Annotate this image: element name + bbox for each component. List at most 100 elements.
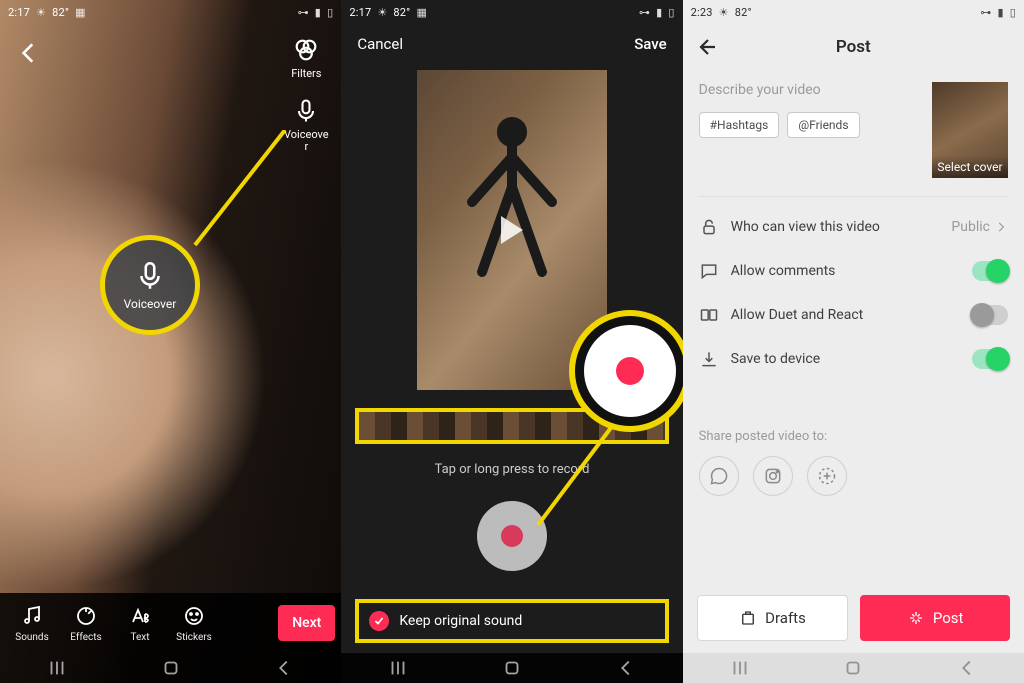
microphone-icon [292, 97, 320, 125]
post-button[interactable]: Post [860, 595, 1010, 641]
who-can-view-label: Who can view this video [731, 219, 940, 235]
weather-icon: ☀ [719, 6, 729, 19]
save-to-device-toggle[interactable] [972, 349, 1008, 369]
chat-icon [709, 466, 729, 486]
robot-graphic [452, 112, 572, 292]
back-nav-icon[interactable] [615, 657, 637, 679]
sounds-label: Sounds [15, 632, 48, 643]
share-instagram-button[interactable] [753, 456, 793, 496]
share-chat-button[interactable] [699, 456, 739, 496]
who-can-view-value: Public [951, 219, 1008, 235]
select-cover-label: Select cover [932, 156, 1008, 178]
clock: 2:17 [349, 6, 371, 19]
recents-nav-icon[interactable] [46, 657, 68, 679]
text-icon [128, 604, 152, 628]
back-icon[interactable] [697, 35, 721, 59]
back-nav-icon[interactable] [273, 657, 295, 679]
allow-comments-toggle[interactable] [972, 261, 1008, 281]
friends-button[interactable]: @Friends [787, 112, 859, 138]
post-label: Post [933, 609, 964, 627]
effects-button[interactable]: Effects [60, 604, 112, 643]
record-button-zoom [584, 325, 676, 417]
save-to-device-row: Save to device [683, 337, 1024, 381]
checkbox-checked-icon [369, 611, 389, 631]
annotation-line [533, 420, 633, 530]
instagram-icon [763, 466, 783, 486]
save-to-device-label: Save to device [731, 351, 960, 367]
allow-comments-label: Allow comments [731, 263, 960, 279]
temperature: 82° [393, 6, 410, 19]
signal-icon: ▮ [315, 6, 321, 19]
who-can-view-row[interactable]: Who can view this video Public [683, 205, 1024, 249]
home-nav-icon[interactable] [160, 657, 182, 679]
home-nav-icon[interactable] [842, 657, 864, 679]
annotation-line [190, 130, 290, 250]
android-nav-bar [0, 653, 341, 683]
play-icon [501, 216, 523, 244]
music-note-icon [20, 604, 44, 628]
back-icon[interactable] [16, 40, 42, 66]
weather-icon: ☀ [36, 6, 46, 19]
notif-icon: ▦ [416, 6, 427, 19]
status-bar: 2:17 ☀ 82° ▦ ⊶ ▮ ▯ [341, 0, 682, 24]
sounds-button[interactable]: Sounds [6, 604, 58, 643]
clock: 2:17 [8, 6, 30, 19]
stickers-button[interactable]: Stickers [168, 604, 220, 643]
filters-icon [292, 36, 320, 64]
weather-icon: ☀ [377, 6, 387, 19]
battery-icon: ▯ [668, 6, 674, 19]
stickers-icon [182, 604, 206, 628]
describe-section: Describe your video #Hashtags @Friends S… [683, 70, 1024, 188]
next-button[interactable]: Next [278, 605, 335, 641]
signal-icon: ▮ [656, 6, 662, 19]
recents-nav-icon[interactable] [729, 657, 751, 679]
effects-label: Effects [70, 632, 101, 643]
temperature: 82° [52, 6, 69, 19]
microphone-icon [133, 259, 167, 293]
voiceover-header: Cancel Save [341, 24, 682, 64]
allow-duet-row: Allow Duet and React [683, 293, 1024, 337]
voiceover-button[interactable]: Voiceover [283, 97, 329, 154]
battery-icon: ▯ [1010, 6, 1016, 19]
allow-duet-toggle[interactable] [972, 305, 1008, 325]
voiceover-screen: 2:17 ☀ 82° ▦ ⊶ ▮ ▯ Cancel Save Tap [341, 0, 682, 683]
download-icon [699, 349, 719, 369]
divider [699, 196, 1008, 197]
drafts-label: Drafts [765, 609, 806, 627]
save-button[interactable]: Save [634, 35, 666, 53]
android-nav-bar [341, 653, 682, 683]
drafts-button[interactable]: Drafts [697, 595, 849, 641]
post-screen: 2:23 ☀ 82° ⊶ ▮ ▯ Post Describe your vide… [683, 0, 1024, 683]
notif-icon: ▦ [75, 6, 86, 19]
keep-original-sound-row[interactable]: Keep original sound [355, 599, 668, 643]
home-nav-icon[interactable] [501, 657, 523, 679]
hashtags-button[interactable]: #Hashtags [699, 112, 780, 138]
record-dot-icon [616, 357, 644, 385]
describe-input[interactable]: Describe your video [699, 82, 920, 98]
wifi-icon: ⊶ [639, 6, 650, 19]
share-more-button[interactable] [807, 456, 847, 496]
effects-icon [74, 604, 98, 628]
android-nav-bar [683, 653, 1024, 683]
filters-label: Filters [291, 68, 321, 81]
status-bar: 2:17 ☀ 82° ▦ ⊶ ▮ ▯ [0, 0, 341, 24]
chevron-right-icon [994, 220, 1008, 234]
battery-icon: ▯ [327, 6, 333, 19]
filters-button[interactable]: Filters [283, 36, 329, 81]
voiceover-label: Voiceover [283, 129, 329, 154]
temperature: 82° [735, 6, 752, 19]
callout-label: Voiceover [124, 297, 177, 311]
recents-nav-icon[interactable] [387, 657, 409, 679]
status-bar: 2:23 ☀ 82° ⊶ ▮ ▯ [683, 0, 1024, 24]
select-cover-button[interactable]: Select cover [932, 82, 1008, 178]
wifi-icon: ⊶ [298, 6, 309, 19]
annotation-voiceover-callout: Voiceover [100, 235, 200, 335]
allow-duet-label: Allow Duet and React [731, 307, 960, 323]
edit-screen: 2:17 ☀ 82° ▦ ⊶ ▮ ▯ Filters Voiceover [0, 0, 341, 683]
side-toolbar: Filters Voiceover [283, 36, 329, 154]
back-nav-icon[interactable] [956, 657, 978, 679]
text-button[interactable]: Text [114, 604, 166, 643]
cancel-button[interactable]: Cancel [357, 35, 403, 53]
post-sparkle-icon [907, 609, 925, 627]
clock: 2:23 [691, 6, 713, 19]
